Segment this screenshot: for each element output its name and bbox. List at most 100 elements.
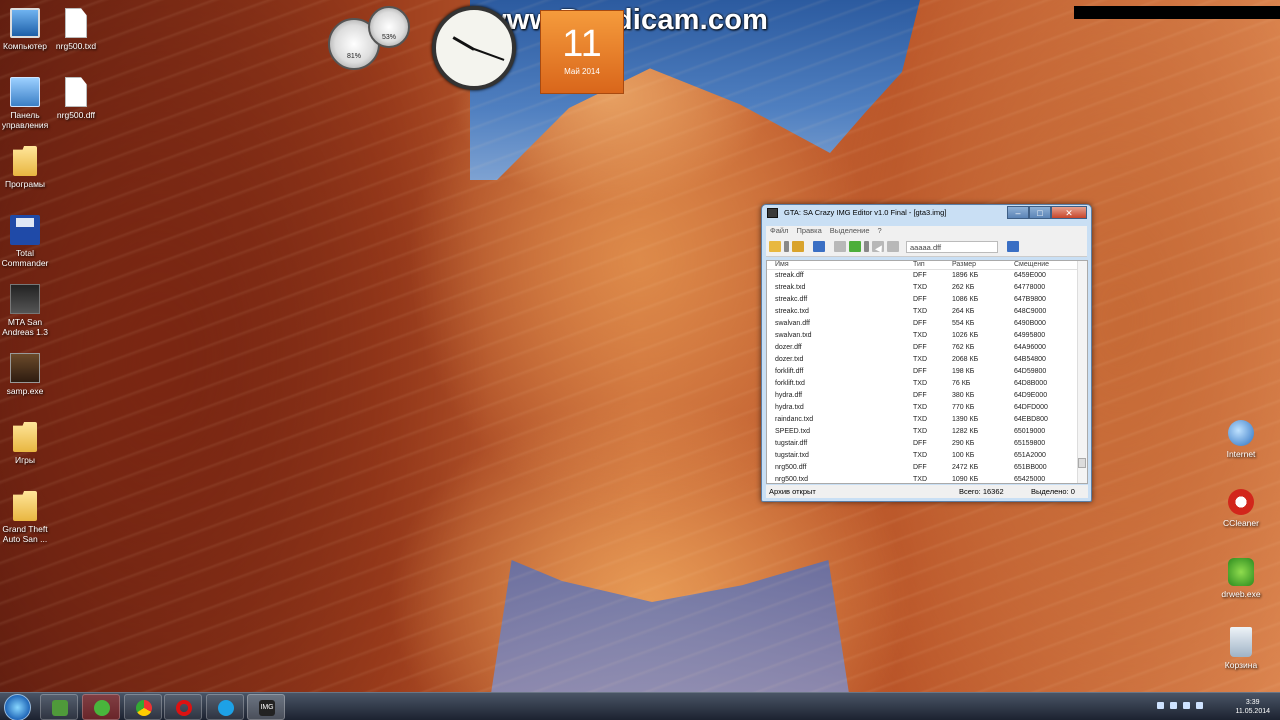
open-icon[interactable] [769, 241, 781, 252]
row-name: streakc.txd [775, 308, 809, 315]
taskbar-img-editor[interactable]: IMG [247, 694, 285, 720]
column-size[interactable]: Размер [952, 261, 1014, 269]
desktop-icon-nrg500-dff[interactable]: nrg500.dff [45, 77, 107, 120]
tray-flag-icon[interactable] [1183, 702, 1190, 709]
row-name: hydra.txd [775, 404, 804, 411]
row-size: 262 КБ [952, 284, 975, 291]
desktop-icon-drweb[interactable]: drweb.exe [1210, 558, 1272, 599]
row-type: TXD [913, 428, 927, 435]
desktop-icon-total-commander[interactable]: Total Commander [0, 215, 56, 268]
table-row[interactable]: swalvan.txd TXD 1026 КБ 64995800 [767, 330, 1087, 342]
delete-icon[interactable] [887, 241, 899, 252]
search-input[interactable]: aaaaa.dff [906, 240, 998, 253]
row-type: TXD [913, 380, 927, 387]
table-row[interactable]: hydra.dff DFF 380 КБ 64D9E000 [767, 390, 1087, 402]
open-folder-icon[interactable] [792, 241, 804, 252]
desktop-icon-programs-folder[interactable]: Програмы [0, 146, 56, 189]
desktop-icon-label: Панель управления [1, 110, 49, 130]
row-type: DFF [913, 392, 927, 399]
row-offset: 64EBD800 [1014, 416, 1048, 423]
taskbar-skype[interactable] [206, 694, 244, 720]
minimize-button[interactable]: – [1007, 206, 1029, 219]
search-icon[interactable] [1007, 241, 1019, 252]
table-row[interactable]: hydra.txd TXD 770 КБ 64DFD000 [767, 402, 1087, 414]
row-size: 762 КБ [952, 344, 975, 351]
vertical-scrollbar[interactable] [1077, 261, 1087, 483]
window-titlebar[interactable]: GTA: SA Crazy IMG Editor v1.0 Final - [g… [762, 205, 1091, 222]
row-size: 1390 КБ [952, 416, 979, 423]
add-icon[interactable] [849, 241, 861, 252]
table-row[interactable]: dozer.txd TXD 2068 КБ 64B54800 [767, 354, 1087, 366]
taskbar-explorer[interactable] [40, 694, 78, 720]
row-offset: 65159800 [1014, 440, 1046, 447]
menu-select[interactable]: Выделение [830, 226, 870, 237]
row-type: TXD [913, 416, 927, 423]
menu-bar: Файл Правка Выделение ? [766, 226, 1087, 237]
row-name: streak.txd [775, 284, 806, 291]
column-offset[interactable]: Смещение [1014, 261, 1074, 269]
desktop-icon-recycle-bin[interactable]: Корзина [1210, 627, 1272, 670]
desktop-icon-label: Total Commander [1, 248, 49, 268]
desktop-icon-label: drweb.exe [1221, 589, 1261, 599]
row-type: TXD [913, 356, 927, 363]
table-row[interactable]: streakc.txd TXD 264 КБ 648C9000 [767, 306, 1087, 318]
toolbar: aaaaa.dff [766, 237, 1087, 257]
table-row[interactable]: streakc.dff DFF 1086 КБ 647B9800 [767, 294, 1087, 306]
table-row[interactable]: raindanc.txd TXD 1390 КБ 64EBD800 [767, 414, 1087, 426]
table-row[interactable]: swalvan.dff DFF 554 КБ 6490B000 [767, 318, 1087, 330]
menu-help[interactable]: ? [878, 226, 882, 237]
tray-clock[interactable]: 3:39 11.05.2014 [1235, 698, 1270, 716]
close-button[interactable]: ✕ [1051, 206, 1087, 219]
desktop-icon-label: MTA San Andreas 1.3 [2, 317, 48, 337]
menu-edit[interactable]: Правка [796, 226, 821, 237]
start-button[interactable] [4, 694, 31, 720]
desktop-icon-internet[interactable]: Internet [1210, 420, 1272, 459]
desktop-icon-nrg500-txd[interactable]: nrg500.txd [45, 8, 107, 51]
table-row[interactable]: forklift.dff DFF 198 КБ 64D59800 [767, 366, 1087, 378]
row-type: TXD [913, 284, 927, 291]
desktop-icon-mta[interactable]: MTA San Andreas 1.3 [0, 284, 56, 337]
table-row[interactable]: nrg500.dff DFF 2472 КБ 651BB000 [767, 462, 1087, 474]
dropdown-arrow-icon[interactable] [864, 241, 869, 252]
desktop-icon-gta-folder[interactable]: Grand Theft Auto San ... [0, 491, 56, 544]
row-offset: 6490B000 [1014, 320, 1046, 327]
dropdown-arrow-icon[interactable] [784, 241, 789, 252]
file-list[interactable]: Имя Тип Размер Смещение streak.dff DFF 189… [766, 260, 1088, 484]
scrollbar-thumb[interactable] [1078, 458, 1086, 468]
table-row[interactable]: tugstair.txd TXD 100 КБ 651A2000 [767, 450, 1087, 462]
row-name: tugstair.txd [775, 452, 809, 459]
table-row[interactable]: streak.txd TXD 262 КБ 64778000 [767, 282, 1087, 294]
taskbar-opera[interactable] [164, 694, 202, 720]
status-total: Всего: 16362 [959, 487, 1004, 496]
table-row[interactable]: dozer.dff DFF 762 КБ 64A96000 [767, 342, 1087, 354]
table-row[interactable]: SPEED.txd TXD 1282 КБ 65019000 [767, 426, 1087, 438]
total-commander-icon [10, 215, 40, 245]
table-row[interactable]: tugstair.dff DFF 290 КБ 65159800 [767, 438, 1087, 450]
tray-network-icon[interactable] [1170, 702, 1177, 709]
taskbar-utorrent[interactable] [82, 694, 120, 720]
img-editor-window[interactable]: GTA: SA Crazy IMG Editor v1.0 Final - [g… [761, 204, 1092, 502]
row-offset: 64778000 [1014, 284, 1046, 291]
tray-volume-icon[interactable] [1196, 702, 1203, 709]
row-size: 1282 КБ [952, 428, 979, 435]
taskbar-chrome[interactable] [124, 694, 162, 720]
row-name: forklift.dff [775, 368, 804, 375]
desktop-icon-samp[interactable]: samp.exe [0, 353, 56, 396]
table-row[interactable]: streak.dff DFF 1896 КБ 6459E000 [767, 270, 1087, 282]
column-type[interactable]: Тип [913, 261, 952, 269]
clock-gadget[interactable] [432, 6, 516, 90]
extract-icon[interactable] [834, 241, 846, 252]
calendar-gadget[interactable]: 11 Май 2014 [540, 10, 624, 94]
maximize-button[interactable]: □ [1029, 206, 1051, 219]
desktop-icon-games-folder[interactable]: Игры [0, 422, 56, 465]
tray-arrow-icon[interactable] [1157, 702, 1164, 709]
table-row[interactable]: forklift.txd TXD 76 КБ 64D8B000 [767, 378, 1087, 390]
calendar-day: 11 [562, 23, 602, 65]
desktop-icon-ccleaner[interactable]: CCleaner [1210, 489, 1272, 528]
row-offset: 65019000 [1014, 428, 1046, 435]
find-icon[interactable] [813, 241, 825, 252]
menu-file[interactable]: Файл [770, 226, 788, 237]
ram-meter-gadget[interactable]: 53% [368, 6, 410, 48]
column-name[interactable]: Имя [767, 261, 913, 269]
file-icon [65, 77, 87, 107]
